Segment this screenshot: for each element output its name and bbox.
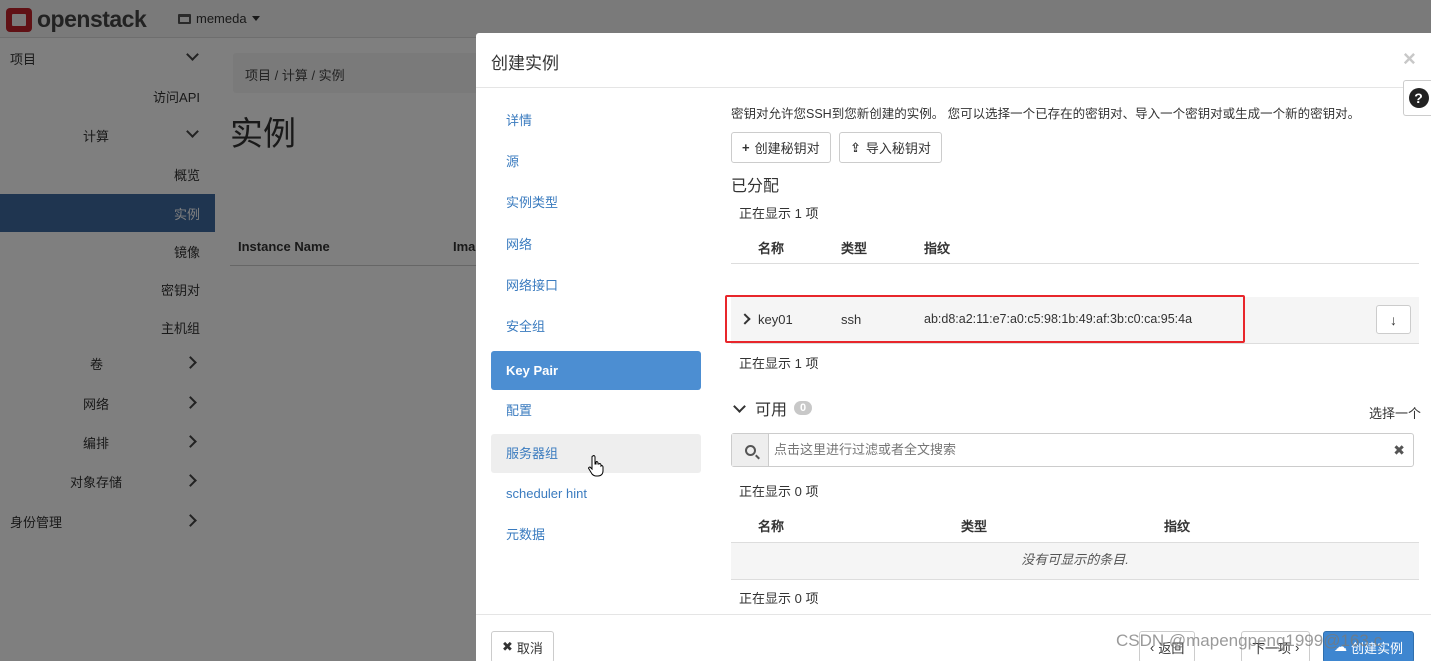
search-input[interactable] xyxy=(774,442,1374,457)
allocated-header-fingerprint: 指纹 xyxy=(924,241,951,256)
import-key-pair-button[interactable]: ⇪ 导入秘钥对 xyxy=(839,132,942,163)
upload-icon: ⇪ xyxy=(850,139,861,155)
deallocate-button[interactable]: ↓ xyxy=(1376,305,1411,334)
create-key-pair-button[interactable]: + 创建秘钥对 xyxy=(731,132,831,163)
table-row[interactable]: key01 ssh ab:d8:a2:11:e7:a0:c5:98:1b:49:… xyxy=(725,295,1419,343)
wizard-step-flavor[interactable]: 实例类型 xyxy=(491,183,701,222)
help-button[interactable]: ? xyxy=(1403,80,1431,116)
empty-table-message: 没有可显示的条目. xyxy=(731,542,1419,580)
search-icon xyxy=(744,444,756,456)
allocated-header-name: 名称 xyxy=(758,241,785,256)
wizard-step-network-ports[interactable]: 网络接口 xyxy=(491,266,701,305)
question-icon: ? xyxy=(1408,88,1429,108)
plus-icon: + xyxy=(742,140,750,155)
watermark: CSDN @mapengpeng1999@163.c xyxy=(1116,631,1383,650)
chevron-down-icon xyxy=(733,399,746,413)
wizard-step-details[interactable]: 详情 xyxy=(491,101,701,140)
allocated-row-divider xyxy=(731,343,1419,344)
allocated-header-divider xyxy=(731,263,1419,264)
clear-icon[interactable]: ✖ xyxy=(1393,442,1405,459)
cancel-label: 取消 xyxy=(516,640,543,656)
modal-header: 创建实例 × xyxy=(476,33,1431,88)
create-key-pair-label: 创建秘钥对 xyxy=(754,141,820,156)
allocated-count-bottom: 正在显示 1 项 xyxy=(739,356,819,371)
available-header-type: 类型 xyxy=(961,519,988,534)
available-search-field[interactable]: ✖ xyxy=(731,433,1414,467)
cancel-button[interactable]: ✖ 取消 xyxy=(491,631,554,661)
allocated-count-top: 正在显示 1 项 xyxy=(739,206,819,221)
close-icon: ✖ xyxy=(502,639,513,654)
search-addon xyxy=(732,434,769,466)
close-icon[interactable]: × xyxy=(1403,46,1416,72)
import-key-pair-label: 导入秘钥对 xyxy=(865,141,931,156)
select-one-label: 选择一个 xyxy=(1368,406,1421,421)
available-count-badge: 0 xyxy=(794,401,813,415)
key-pair-description: 密钥对允许您SSH到您新创建的实例。 您可以选择一个已存在的密钥对、导入一个密钥… xyxy=(731,107,1361,121)
wizard-step-configuration[interactable]: 配置 xyxy=(491,391,701,430)
allocated-header-type: 类型 xyxy=(841,241,868,256)
wizard-step-scheduler-hints[interactable]: scheduler hint xyxy=(491,474,701,513)
available-title: 可用 xyxy=(755,402,788,419)
wizard-step-metadata[interactable]: 元数据 xyxy=(491,515,701,554)
available-header-fingerprint: 指纹 xyxy=(1164,519,1191,534)
launch-instance-modal: 创建实例 × 详情 源 实例类型 网络 网络接口 安全组 Key Pair 配置… xyxy=(476,33,1431,661)
arrow-down-icon: ↓ xyxy=(1390,311,1397,328)
available-toggle[interactable]: 可用 0 xyxy=(731,396,813,420)
available-count-bottom: 正在显示 0 项 xyxy=(739,591,819,606)
wizard-step-networks[interactable]: 网络 xyxy=(491,225,701,264)
available-count-top: 正在显示 0 项 xyxy=(739,484,819,499)
wizard-step-source[interactable]: 源 xyxy=(491,142,701,181)
allocated-title: 已分配 xyxy=(731,178,780,195)
highlight-box xyxy=(725,295,1245,343)
wizard-step-key-pair[interactable]: Key Pair xyxy=(491,351,701,390)
wizard-step-security-groups[interactable]: 安全组 xyxy=(491,307,701,346)
hand-pointer-icon xyxy=(588,455,604,477)
available-header-name: 名称 xyxy=(758,519,785,534)
modal-title: 创建实例 xyxy=(491,54,559,73)
